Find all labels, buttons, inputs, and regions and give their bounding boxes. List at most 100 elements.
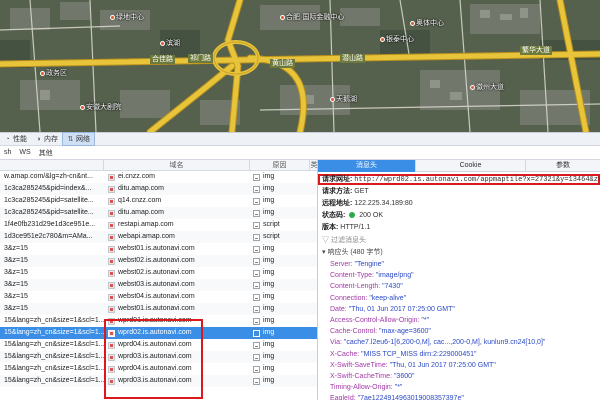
site-favicon-icon [108,222,115,229]
response-headers-section[interactable]: ▾ 响应头 (480 字节) [322,247,383,258]
file-type-icon [253,318,260,325]
request-domain: webst01.is.autonavi.com [118,305,195,312]
request-row[interactable]: 15&lang=zh_cn&size=1&scl=1... wprd02.is.a… [0,327,317,339]
request-domain: wprd03.is.autonavi.com [118,353,192,360]
column-header-cause[interactable]: 原因 [250,160,310,171]
request-row[interactable]: 1d3ce951e2c780&m=AMa... webapi.amap.com sc… [0,231,317,243]
request-domain-cell: webst01.is.autonavi.com [104,243,250,255]
header-value: "image/png" [375,272,414,280]
request-domain: q14.cnzz.com [118,197,162,204]
header-name: Timing-Allow-Origin: [330,384,393,392]
request-row[interactable]: 15&lang=zh_cn&size=1&scl=1... wprd04.is.a… [0,339,317,351]
poi-pin-icon [80,104,85,110]
request-row[interactable]: 3&z=15 webst02.is.autonavi.com img [0,255,317,267]
request-type-cell: img [250,339,310,351]
header-value: "7ae1224914963019008357397e" [357,395,464,400]
filter-ws[interactable]: WS [15,149,34,156]
tab-params[interactable]: 参数 [526,160,600,172]
request-domain-cell: ei.cnzz.com [104,171,250,183]
file-type-icon [253,186,260,193]
request-domain: webst03.is.autonavi.com [118,281,195,288]
request-url[interactable]: http://wprd02.is.autonavi.com/appmaptile… [354,176,600,184]
satellite-map[interactable]: 合佳路 祁门路 黄山路 潜山路 繁华大道 绿地中心 合肥·国际金融中心 奥体中心… [0,0,600,132]
request-row[interactable]: 1c3ca285245&pid=satellite... ditu.amap.co… [0,207,317,219]
request-type-cell: img [250,171,310,183]
column-header-domain[interactable]: 域名 [104,160,250,171]
request-row[interactable]: 1c3ca285245&pid=index&... ditu.amap.com im… [0,183,317,195]
map-place-label: 滨湖 [160,40,180,48]
tab-network[interactable]: ⇅ 网络 [62,132,95,146]
request-path: 15&lang=zh_cn&size=1&scl=1... [4,365,104,372]
request-domain-cell: webapi.amap.com [104,231,250,243]
request-type-cell: img [250,375,310,387]
status-line: 状态码: 200 OK [322,212,383,219]
filter-headers-input[interactable]: ▽ 过滤消息头 [322,235,366,246]
site-favicon-icon [108,342,115,349]
request-row[interactable]: 3&z=15 webst01.is.autonavi.com img [0,303,317,315]
header-value: "*" [421,317,430,324]
request-domain: restapi.amap.com [118,221,174,228]
request-type: img [263,185,275,192]
browser-devtools-screenshot: 合佳路 祁门路 黄山路 潜山路 繁华大道 绿地中心 合肥·国际金融中心 奥体中心… [0,0,600,400]
response-header-line: Content-Type: "image/png" [330,270,414,281]
file-type-icon [253,306,260,313]
request-path: 1d3ce951e2c780&m=AMa... [4,233,93,240]
request-type: img [263,377,275,384]
request-path: 1c3ca285245&pid=satellite... [4,197,94,204]
header-name: Access-Control-Allow-Origin: [330,317,420,324]
request-row[interactable]: 3&z=15 webst03.is.autonavi.com img [0,279,317,291]
header-name: EagleId: [330,395,356,400]
request-type: img [263,305,275,312]
request-row[interactable]: 15&lang=zh_cn&size=1&scl=1... wprd03.is.a… [0,351,317,363]
request-row[interactable]: 15&lang=zh_cn&size=1&scl=1... wprd03.is.a… [0,375,317,387]
request-row[interactable]: 1f4e0fb231d29e1d3ce951e... restapi.amap.c… [0,219,317,231]
response-header-line: EagleId: "7ae1224914963019008357397e" [330,393,464,400]
site-favicon-icon [108,270,115,277]
tab-performance[interactable]: ◔ 性能 [0,132,31,146]
site-favicon-icon [108,246,115,253]
request-domain: webapi.amap.com [118,233,175,240]
request-row[interactable]: 1c3ca285245&pid=satellite... q14.cnzz.com… [0,195,317,207]
tab-cookie[interactable]: Cookie [416,160,526,172]
request-domain: wprd04.is.autonavi.com [118,365,192,372]
request-row[interactable]: 3&z=15 webst02.is.autonavi.com img [0,267,317,279]
request-type-cell: img [250,327,310,339]
filter-sh[interactable]: sh [0,149,15,156]
file-type-icon [253,294,260,301]
request-domain: webst02.is.autonavi.com [118,257,195,264]
status-ok-icon [349,212,356,219]
request-path: 3&z=15 [4,305,28,312]
filter-icon: ▽ [322,237,331,244]
request-row[interactable]: 3&z=15 webst01.is.autonavi.com img [0,243,317,255]
request-type-cell: img [250,363,310,375]
site-favicon-icon [108,378,115,385]
road-label: 合佳路 [150,55,175,64]
site-favicon-icon [108,354,115,361]
request-domain-cell: wprd02.is.autonavi.com [104,327,250,339]
request-domain: wprd04.is.autonavi.com [118,341,192,348]
header-value: "*" [394,384,403,392]
request-row[interactable]: 15&lang=zh_cn&size=1&scl=1... wprd04.is.a… [0,363,317,375]
request-type-cell: img [250,255,310,267]
tab-headers[interactable]: 消息头 [318,160,416,172]
request-path: 15&lang=zh_cn&size=1&scl=1... [4,317,104,324]
file-type-icon [253,282,260,289]
request-type: img [263,365,275,372]
header-name: X-Cache: [330,350,360,358]
request-type-cell: script [250,231,310,243]
response-header-line: Access-Control-Allow-Origin: "*" [330,315,429,326]
file-type-icon [253,234,260,241]
site-favicon-icon [108,282,115,289]
request-row[interactable]: w.amap.com/&lg=zh-cn&nt... ei.cnzz.com img [0,171,317,183]
request-domain-cell: webst04.is.autonavi.com [104,291,250,303]
tab-memory[interactable]: ◑ 内存 [31,132,62,146]
request-row[interactable]: 15&lang=zh_cn&size=1&scl=1... wprd01.is.a… [0,315,317,327]
map-place-label: 绿地中心 [110,14,144,22]
column-header-file[interactable] [0,160,104,171]
response-header-line: Content-Length: "7430" [330,281,403,292]
request-row[interactable]: 3&z=15 webst04.is.autonavi.com img [0,291,317,303]
poi-pin-icon [160,40,165,46]
filter-other[interactable]: 其他 [35,148,57,158]
header-value: "cache7.l2eu6-1[6,200-0,M], cac...,200-0… [343,339,546,347]
column-header-type[interactable]: 类 [310,160,318,171]
